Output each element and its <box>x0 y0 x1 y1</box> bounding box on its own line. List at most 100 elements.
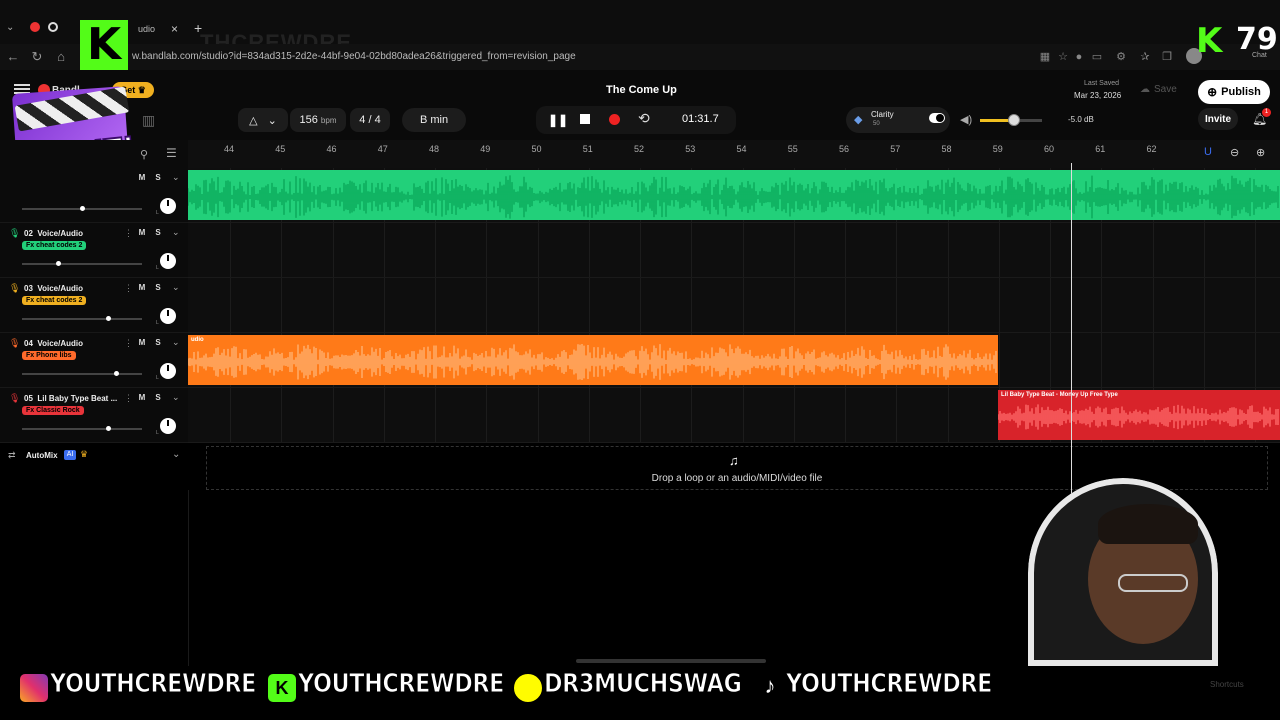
speaker-icon[interactable]: ◀) <box>960 113 972 126</box>
browser-tab-bar: ⌄ udio × + THCREWDRE <box>0 0 1280 55</box>
ruler-tick: 48 <box>429 144 440 154</box>
track-volume-fader[interactable] <box>22 261 142 266</box>
automix-row[interactable]: ⇄ AutoMix AI ♛ ⌄ <box>0 446 188 466</box>
track-header[interactable]: 🎙︎ 02 Voice/Audio Fx cheat codes 2 ⋮ M S ⌄ L <box>0 223 188 278</box>
fx-preset-badge[interactable]: Fx Classic Rock <box>22 406 84 415</box>
save-button[interactable]: ☁ Save <box>1140 84 1177 95</box>
star-icon[interactable]: ☆ <box>1056 50 1070 64</box>
track-name[interactable]: 05 Lil Baby Type Beat ... <box>24 394 117 403</box>
track-expand-chevron-icon[interactable]: ⌄ <box>172 392 180 403</box>
track-volume-fader[interactable] <box>22 206 142 211</box>
back-icon[interactable]: ← <box>4 48 22 66</box>
solo-button[interactable]: S <box>152 173 164 182</box>
zoom-in-icon[interactable]: ⊕ <box>1256 146 1265 159</box>
mic-icon[interactable]: ● <box>1072 50 1086 64</box>
fader-thumb[interactable] <box>113 371 119 376</box>
close-tab-icon[interactable]: × <box>171 22 178 36</box>
horizontal-scrollbar[interactable] <box>576 659 766 663</box>
record-button[interactable] <box>609 114 620 125</box>
track-expand-chevron-icon[interactable]: ⌄ <box>172 337 180 348</box>
publish-button[interactable]: ⊕ Publish <box>1198 80 1270 104</box>
mute-button[interactable]: M <box>136 283 148 292</box>
loop-icon[interactable]: ⟲ <box>638 110 650 127</box>
fx-preset-badge[interactable]: Fx Phone libs <box>22 351 76 360</box>
extension-icon[interactable]: ⚙ <box>1114 50 1128 64</box>
home-icon[interactable]: ⌂ <box>52 48 70 66</box>
fader-thumb[interactable] <box>106 316 112 321</box>
track-volume-fader[interactable] <box>22 316 142 321</box>
solo-button[interactable]: S <box>152 283 164 292</box>
track-expand-chevron-icon[interactable]: ⌄ <box>172 172 180 183</box>
track-header[interactable]: 🎙︎ 04 Voice/Audio Fx Phone libs ⋮ M S ⌄ L <box>0 333 188 388</box>
track-header[interactable]: 🎙︎ 05 Lil Baby Type Beat ... Fx Classic Ro… <box>0 388 188 443</box>
track-options-icon[interactable]: ⋮ <box>124 393 133 404</box>
project-title[interactable]: The Come Up <box>606 84 677 96</box>
track-volume-fader[interactable] <box>22 426 142 431</box>
track-lane[interactable] <box>188 278 1280 333</box>
orange-audio-clip[interactable]: udio <box>188 335 998 385</box>
ruler-tick: 60 <box>1044 144 1055 154</box>
apps-icon[interactable]: ▦ <box>1038 50 1052 64</box>
kick-handle: YOUTHCREWDRE <box>298 669 505 700</box>
track-lane[interactable]: udio <box>188 333 1280 388</box>
mixer-icon[interactable]: ☰ <box>166 146 177 160</box>
red-audio-clip[interactable]: Lil Baby Type Beat - Money Up Free Type <box>998 390 1280 440</box>
piano-icon[interactable]: ▥ <box>142 112 162 128</box>
fx-preset-badge[interactable]: Fx cheat codes 2 <box>22 296 87 305</box>
track-options-icon[interactable]: ⋮ <box>124 228 133 239</box>
pan-knob[interactable] <box>160 253 176 269</box>
track-expand-chevron-icon[interactable]: ⌄ <box>172 282 180 293</box>
solo-button[interactable]: S <box>152 338 164 347</box>
track-lane[interactable] <box>188 223 1280 278</box>
fx-preset-badge[interactable]: Fx cheat codes 2 <box>22 241 87 250</box>
tab-list-icon[interactable]: ⌄ <box>6 22 20 36</box>
volume-db: -5.0 dB <box>1068 115 1094 124</box>
screen-icon[interactable]: ▭ <box>1090 50 1104 64</box>
track-options-icon[interactable]: ⋮ <box>124 283 133 294</box>
fader-thumb[interactable] <box>106 426 112 431</box>
mute-button[interactable]: M <box>136 228 148 237</box>
track-name[interactable]: 04 Voice/Audio <box>24 339 83 348</box>
bookmark-star-icon[interactable]: ✰ <box>1138 50 1152 64</box>
url-field[interactable]: w.bandlab.com/studio?id=834ad315-2d2e-44… <box>132 51 576 62</box>
key-field[interactable]: B min <box>402 108 466 132</box>
mute-button[interactable]: M <box>136 173 148 182</box>
pan-knob[interactable] <box>160 198 176 214</box>
solo-button[interactable]: S <box>152 228 164 237</box>
track-lane[interactable] <box>188 168 1280 223</box>
magnet-icon[interactable]: U <box>1204 146 1212 158</box>
track-options-icon[interactable]: ⋮ <box>124 338 133 349</box>
track-name[interactable]: 03 Voice/Audio <box>24 284 83 293</box>
wand-icon[interactable]: ⚲ <box>140 148 148 161</box>
track-volume-fader[interactable] <box>22 371 142 376</box>
solo-button[interactable]: S <box>152 393 164 402</box>
automix-chevron-icon[interactable]: ⌄ <box>172 449 180 460</box>
invite-button[interactable]: Invite <box>1198 108 1238 130</box>
time-signature-field[interactable]: 4 / 4 <box>350 108 390 132</box>
zoom-out-icon[interactable]: ⊖ <box>1230 146 1239 159</box>
fader-thumb[interactable] <box>80 206 85 211</box>
collections-icon[interactable]: ❐ <box>1160 50 1174 64</box>
mute-button[interactable]: M <box>136 393 148 402</box>
master-volume-slider[interactable] <box>980 114 1042 126</box>
tempo-field[interactable]: 156 bpm <box>290 108 346 132</box>
green-audio-clip[interactable] <box>188 170 1280 220</box>
active-tab[interactable]: udio <box>120 22 190 38</box>
pause-button[interactable]: ❚❚ <box>548 113 568 127</box>
volume-thumb[interactable] <box>1008 114 1021 126</box>
track-header[interactable]: M S ⌄ L <box>0 168 188 223</box>
track-expand-chevron-icon[interactable]: ⌄ <box>172 227 180 238</box>
timeline-ruler[interactable]: 44 45 46 47 48 49 50 51 52 53 54 55 56 57 58 59 60 61 62 <box>188 140 1280 168</box>
track-name[interactable]: 02 Voice/Audio <box>24 229 83 238</box>
pan-knob[interactable] <box>160 418 176 434</box>
stop-button[interactable] <box>580 114 590 124</box>
fader-thumb[interactable] <box>56 261 61 266</box>
pan-knob[interactable] <box>160 308 176 324</box>
track-lane[interactable]: Lil Baby Type Beat - Money Up Free Type <box>188 388 1280 443</box>
mute-button[interactable]: M <box>136 338 148 347</box>
pan-knob[interactable] <box>160 363 176 379</box>
metronome-button[interactable]: △ ⌄ <box>238 108 288 132</box>
clarity-toggle[interactable] <box>929 113 945 123</box>
track-header[interactable]: 🎙︎ 03 Voice/Audio Fx cheat codes 2 ⋮ M S ⌄ L <box>0 278 188 333</box>
reload-icon[interactable]: ↻ <box>28 48 46 66</box>
